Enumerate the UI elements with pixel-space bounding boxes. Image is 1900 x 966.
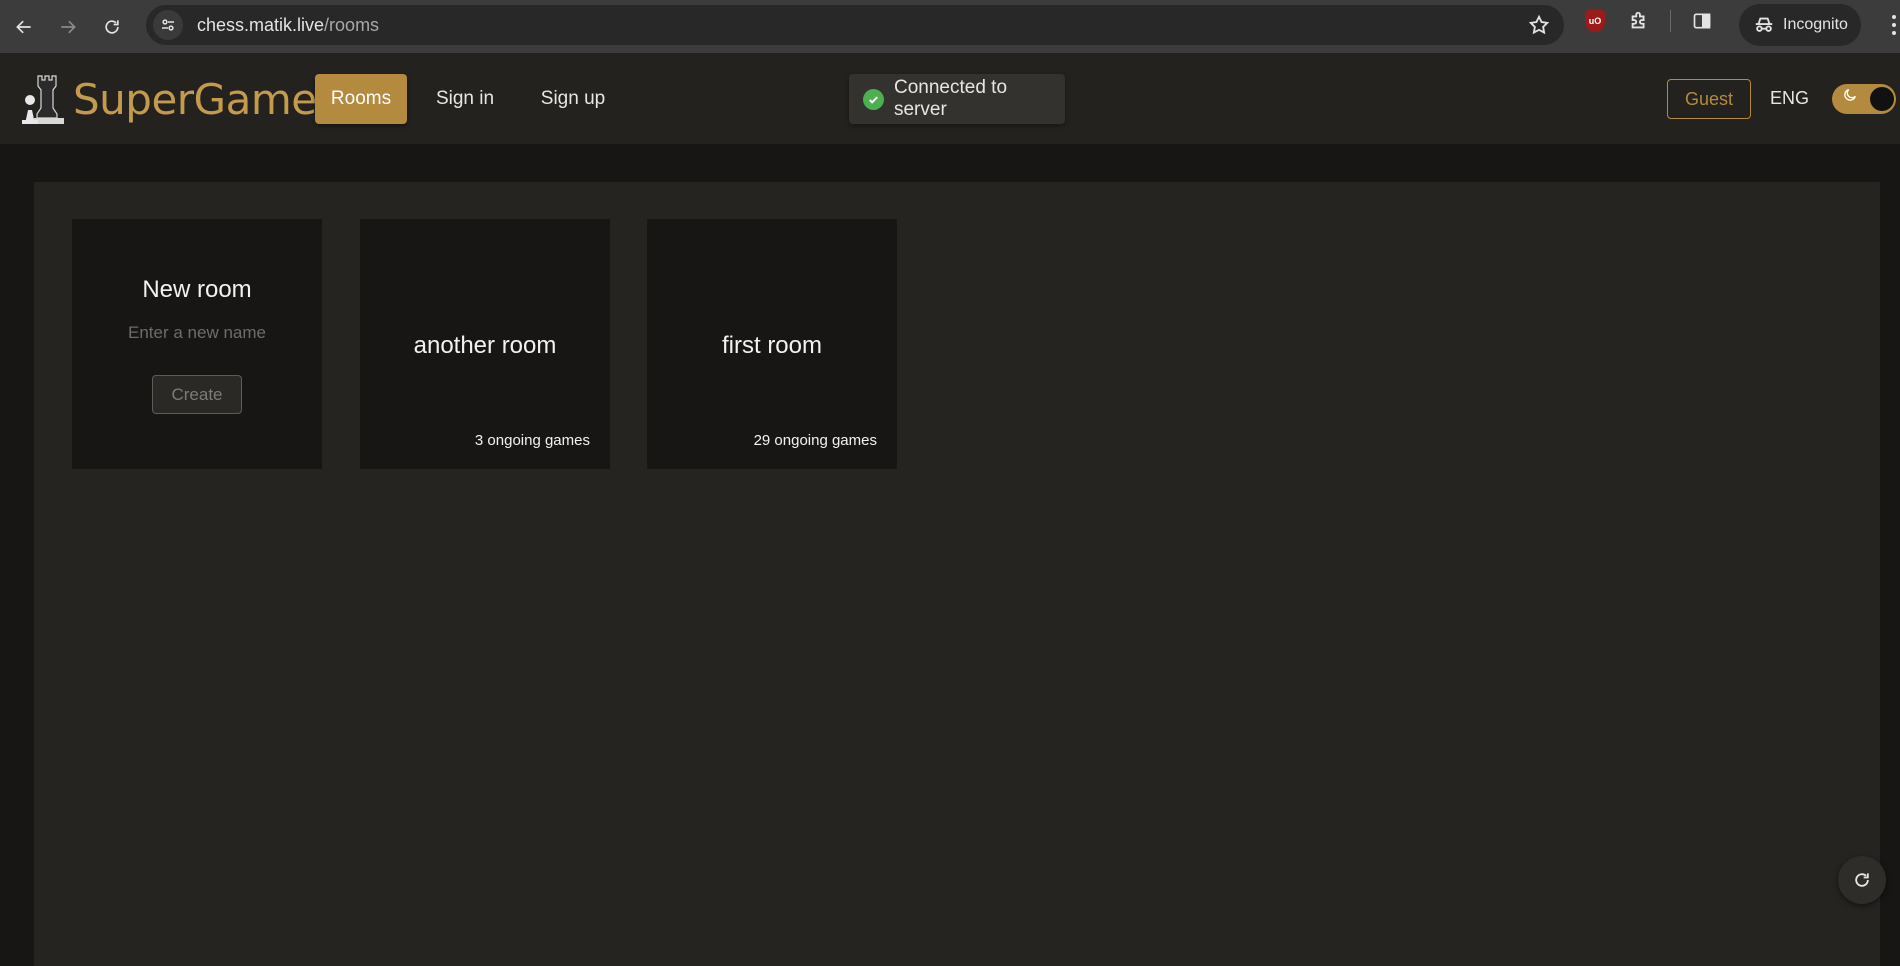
extensions-button[interactable]: [1626, 8, 1652, 34]
ublock-button[interactable]: uO: [1582, 8, 1608, 34]
browser-menu-button[interactable]: [1890, 13, 1898, 42]
status-text: Connected to server: [893, 77, 1008, 120]
check-circle-icon: [863, 88, 884, 110]
room-name-input[interactable]: [92, 318, 302, 348]
room-name: first room: [721, 332, 822, 359]
new-room-title: New room: [142, 276, 252, 303]
back-icon: [16, 20, 31, 33]
browser-toolbar: chess.matik.live/rooms uO Incognito: [0, 0, 1900, 53]
incognito-icon: [1755, 17, 1773, 32]
connection-status-toast: Connected to server: [849, 74, 1065, 124]
bookmark-star-button[interactable]: [1528, 14, 1550, 41]
brand-title[interactable]: SuperGames: [73, 75, 338, 124]
reload-icon: [105, 19, 119, 34]
refresh-rooms-button[interactable]: [1838, 856, 1886, 904]
new-room-card: New room Create: [72, 219, 322, 469]
address-bar[interactable]: chess.matik.live/rooms: [146, 5, 1564, 45]
url-text: chess.matik.live/rooms: [197, 15, 379, 36]
toggle-knob: [1870, 87, 1894, 111]
url-host: chess.matik.live: [197, 14, 325, 35]
incognito-indicator[interactable]: Incognito: [1739, 4, 1861, 46]
forward-icon: [61, 20, 76, 33]
nav-rooms[interactable]: Rooms: [315, 74, 407, 124]
incognito-label: Incognito: [1783, 16, 1848, 33]
app-header: SuperGames Rooms Sign in Sign up Connect…: [0, 53, 1900, 144]
nav-sign-in[interactable]: Sign in: [425, 74, 505, 124]
site-info-icon: [162, 19, 174, 31]
refresh-icon: [1855, 873, 1869, 887]
ongoing-games-count: 29 ongoing games: [753, 432, 877, 449]
toolbar-divider: [1670, 10, 1671, 32]
rooms-panel: New room Create another room 3 ongoing g…: [34, 182, 1880, 966]
reload-button[interactable]: [90, 5, 134, 49]
menu-icon: [1892, 15, 1896, 35]
forward-button[interactable]: [46, 5, 90, 49]
language-selector[interactable]: ENG: [1770, 88, 1809, 109]
theme-toggle[interactable]: [1832, 84, 1896, 114]
ublock-icon: uO: [1585, 10, 1605, 32]
extensions-icon: [1631, 11, 1645, 29]
nav-sign-up[interactable]: Sign up: [530, 74, 616, 124]
site-info-button[interactable]: [153, 10, 183, 40]
rook-logo-icon[interactable]: [20, 70, 64, 126]
extensions-area: uO: [1582, 8, 1715, 34]
side-panel-icon: [1693, 13, 1711, 29]
star-icon: [1528, 14, 1550, 35]
create-room-button[interactable]: Create: [152, 375, 242, 414]
side-panel-button[interactable]: [1689, 8, 1715, 34]
back-button[interactable]: [2, 5, 46, 49]
room-card-another-room[interactable]: another room 3 ongoing games: [360, 219, 610, 469]
room-card-first-room[interactable]: first room 29 ongoing games: [647, 219, 897, 469]
url-path: /rooms: [324, 14, 380, 35]
guest-button[interactable]: Guest: [1667, 79, 1751, 119]
moon-icon: [1842, 87, 1858, 108]
room-name: another room: [413, 332, 557, 359]
ongoing-games-count: 3 ongoing games: [474, 432, 590, 449]
